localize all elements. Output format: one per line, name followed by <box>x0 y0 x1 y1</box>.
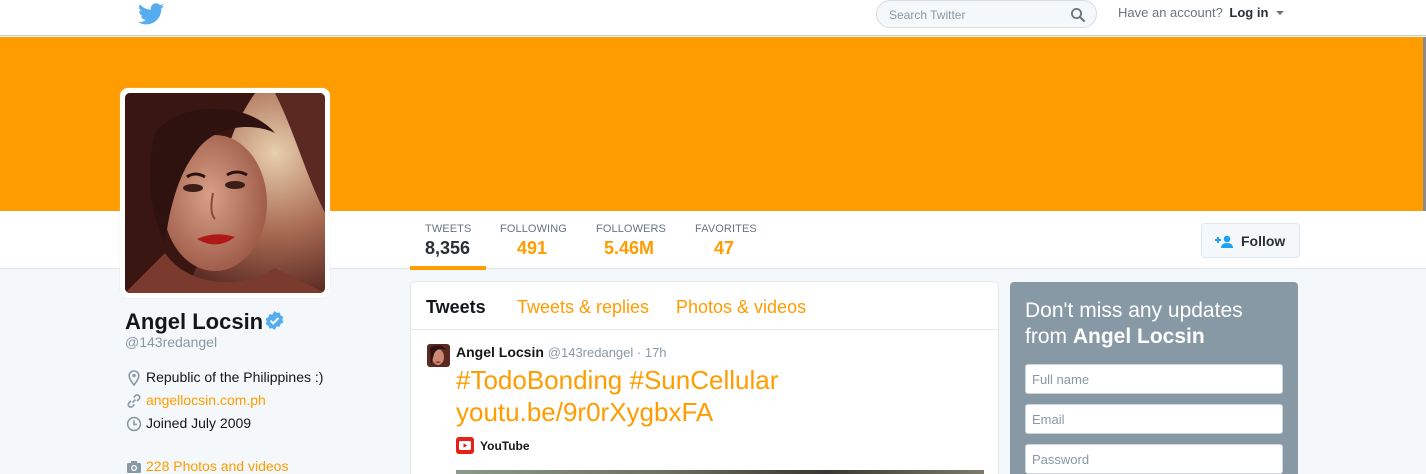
tweet-header: Angel Locsin @143redangel · 17h <box>456 344 667 360</box>
tweet-hashtags[interactable]: #TodoBonding #SunCellular <box>456 365 778 396</box>
profile-handle[interactable]: @143redangel <box>125 334 217 350</box>
camera-icon <box>127 461 141 473</box>
stat-favorites[interactable]: FAVORITES 47 <box>695 223 757 259</box>
stat-label: FOLLOWING <box>500 223 567 235</box>
tweet-meta[interactable]: @143redangel · 17h <box>548 345 667 360</box>
location-pin-icon <box>128 370 140 386</box>
password-field[interactable] <box>1025 444 1283 474</box>
link-icon <box>127 394 141 408</box>
stat-value: 5.46M <box>604 238 655 258</box>
stat-value: 491 <box>517 238 548 258</box>
tweet-avatar[interactable] <box>427 344 450 367</box>
timeline: Tweets Tweets & replies Photos & videos … <box>410 281 999 474</box>
chevron-down-icon[interactable] <box>1276 11 1285 15</box>
stat-label: FAVORITES <box>695 223 757 235</box>
stat-label: FOLLOWERS <box>596 223 666 235</box>
clock-icon <box>126 416 142 432</box>
stat-value: 8,356 <box>425 238 471 258</box>
twitter-bird-icon[interactable] <box>138 3 164 25</box>
stat-label: TWEETS <box>425 223 472 235</box>
search-box[interactable] <box>876 0 1097 28</box>
stat-following[interactable]: FOLLOWING 491 <box>500 223 567 259</box>
signup-title-name: Angel Locsin <box>1072 325 1205 348</box>
stat-tweets[interactable]: TWEETS 8,356 <box>425 223 471 259</box>
youtube-icon <box>456 437 474 454</box>
follow-button[interactable]: Follow <box>1201 223 1300 258</box>
login-link[interactable]: Log in <box>1229 5 1268 20</box>
account-prompt: Have an account? Log in <box>1118 5 1285 20</box>
search-icon[interactable] <box>1070 7 1086 23</box>
signup-title: Don't miss any updates from Angel Locsin <box>1025 298 1285 350</box>
website-link[interactable]: angellocsin.com.ph <box>146 392 266 408</box>
profile-name[interactable]: Angel Locsin <box>125 309 263 335</box>
account-prompt-text: Have an account? <box>1118 5 1223 20</box>
tweet-author[interactable]: Angel Locsin <box>456 344 544 360</box>
full-name-field[interactable] <box>1025 364 1283 394</box>
tab-photos-videos[interactable]: Photos & videos <box>676 297 806 318</box>
add-user-icon <box>1215 235 1233 248</box>
active-stat-underline <box>410 266 486 270</box>
profile-avatar[interactable] <box>120 88 330 298</box>
timeline-tabs: Tweets Tweets & replies Photos & videos <box>411 282 998 330</box>
photos-link[interactable]: 228 Photos and videos <box>146 458 288 474</box>
tweet-link[interactable]: youtu.be/9r0rXygbxFA <box>456 397 713 428</box>
media-preview[interactable] <box>456 470 984 474</box>
follow-button-label: Follow <box>1241 233 1286 249</box>
avatar-image <box>125 93 325 293</box>
tab-tweets-replies[interactable]: Tweets & replies <box>517 297 649 318</box>
stat-value: 47 <box>714 238 735 258</box>
stat-followers[interactable]: FOLLOWERS 5.46M <box>596 223 666 259</box>
joined-text: Joined July 2009 <box>146 415 252 431</box>
tab-tweets[interactable]: Tweets <box>426 297 486 318</box>
search-input[interactable] <box>889 6 1069 24</box>
media-source-label: YouTube <box>480 439 530 453</box>
top-navigation-bar: Have an account? Log in <box>0 0 1426 36</box>
location-text: Republic of the Philippines :) <box>146 369 324 385</box>
email-field[interactable] <box>1025 404 1283 434</box>
signup-card: Don't miss any updates from Angel Locsin <box>1010 282 1298 474</box>
verified-badge-icon <box>265 311 284 330</box>
